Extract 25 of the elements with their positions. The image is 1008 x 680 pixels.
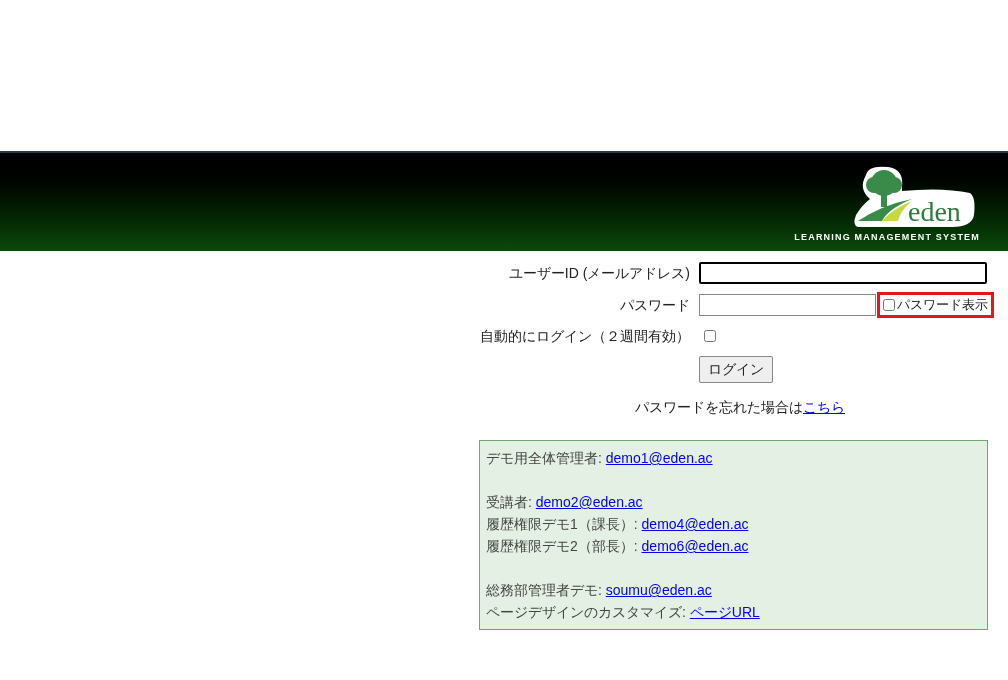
account-link[interactable]: soumu@eden.ac [605,579,712,601]
password-field[interactable] [699,294,876,316]
logo-tagline: LEARNING MANAGEMENT SYSTEM [794,231,980,244]
forgot-password-link[interactable]: こちら [803,397,845,418]
account-label: デモ用全体管理者: [486,449,603,468]
logo-text: eden [908,196,961,227]
account-label: 総務部管理者デモ: [486,581,603,600]
account-label: 履歴権限デモ2（部長）: [486,537,639,556]
user-id-field[interactable] [699,262,987,284]
account-link[interactable]: demo4@eden.ac [641,513,749,535]
checkbox-label: 自動的にログイン（２週間有効） [479,326,690,346]
field-label: パスワード [619,295,690,315]
forgot-password-text: パスワードを忘れた場合は [635,398,803,417]
auto-login-checkbox[interactable] [704,330,716,342]
show-password-checkbox[interactable] [883,299,895,311]
account-label: 受講者: [486,493,533,512]
account-label: ページデザインのカスタマイズ: [486,603,687,622]
field-label: ユーザーID (メールアドレス) [507,263,690,283]
account-link[interactable]: demo2@eden.ac [535,491,643,513]
account-link[interactable]: ページURL [689,601,760,623]
account-link[interactable]: demo1@eden.ac [605,447,713,469]
login-button[interactable]: ログイン [699,356,773,383]
account-link[interactable]: demo6@eden.ac [641,535,749,557]
account-label: 履歴権限デモ1（課長）: [486,515,639,534]
checkbox-label: パスワード表示 [897,296,988,315]
